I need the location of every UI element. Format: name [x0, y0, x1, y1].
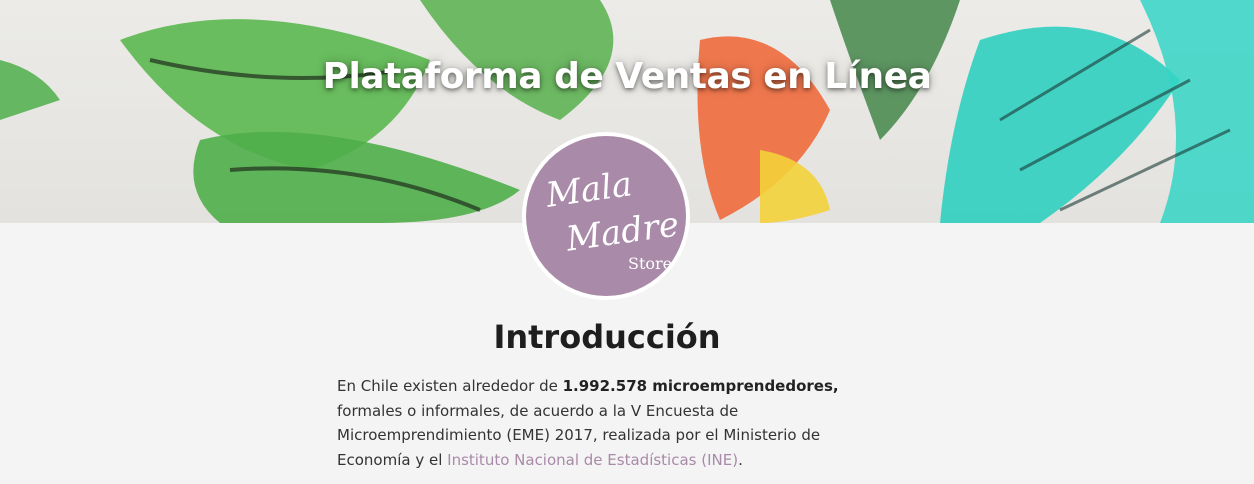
store-logo[interactable]: Mala Madre Store: [522, 132, 690, 300]
section-heading: Introducción: [493, 318, 721, 356]
intro-paragraph: En Chile existen alrededor de 1.992.578 …: [337, 374, 877, 472]
logo-text-mala: Mala: [543, 164, 635, 216]
logo-text-store: Store: [628, 254, 673, 273]
introduction-section: Introducción En Chile existen alrededor …: [337, 318, 877, 472]
logo-text-madre: Madre: [563, 204, 682, 260]
intro-bold-count: 1.992.578 microemprendedores,: [562, 377, 839, 395]
ine-link[interactable]: Instituto Nacional de Estadísticas (INE): [447, 451, 738, 469]
page-title: Plataforma de Ventas en Línea: [322, 56, 932, 97]
logo-circle: Mala Madre Store: [526, 136, 686, 296]
intro-text-1: En Chile existen alrededor de: [337, 377, 563, 395]
intro-text-3: .: [738, 450, 743, 469]
